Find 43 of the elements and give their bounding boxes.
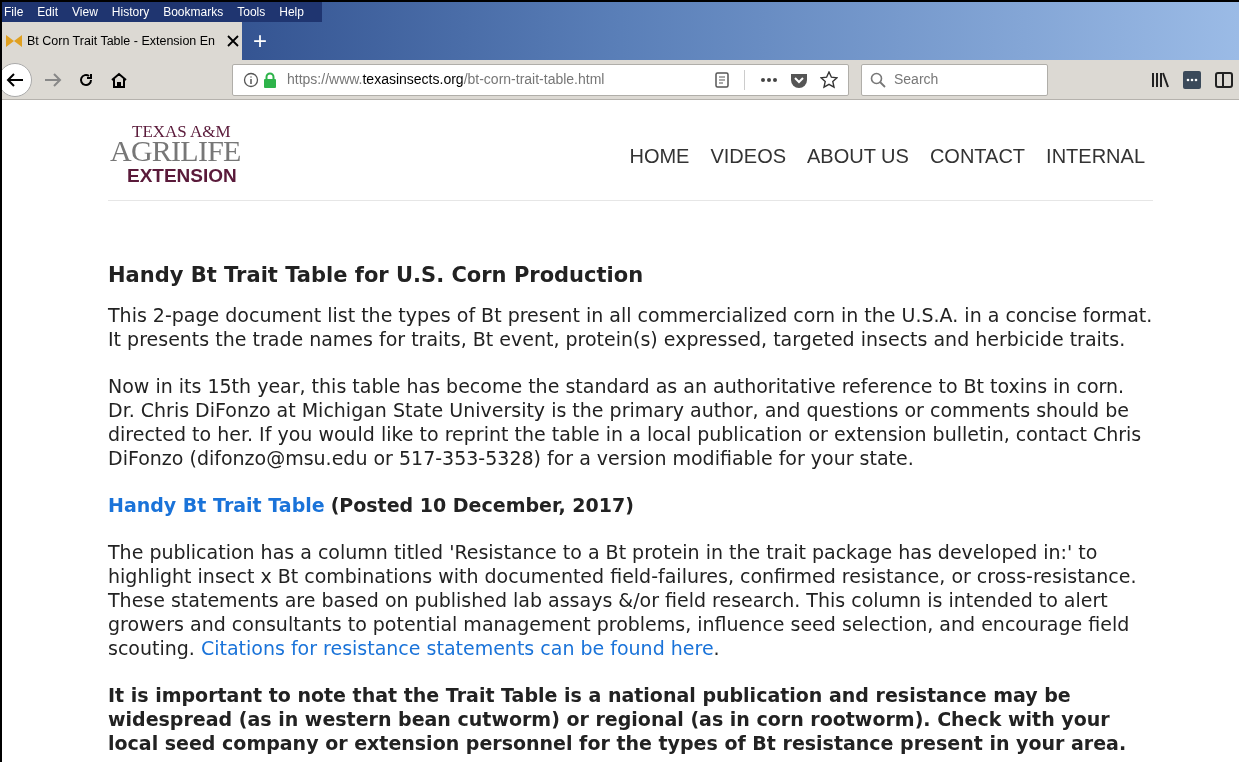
address-bar[interactable]: https://www.texasinsects.org/bt-corn-trait-table.html [232, 63, 849, 96]
forward-arrow-icon[interactable] [44, 71, 62, 88]
menu-item[interactable]: Bookmarks [163, 3, 224, 21]
nav-link[interactable]: VIDEOS [710, 141, 787, 171]
info-icon[interactable] [243, 71, 259, 88]
search-icon [870, 71, 886, 88]
nav-link[interactable]: ABOUT US [807, 141, 909, 171]
nav-link[interactable]: HOME [629, 141, 690, 171]
back-button[interactable] [2, 62, 32, 97]
tab-title: Bt Corn Trait Table - Extension En [27, 32, 217, 50]
nav-link[interactable]: INTERNAL [1046, 141, 1145, 171]
menu-item[interactable]: View [72, 3, 98, 21]
extension-icon[interactable] [1183, 70, 1201, 89]
menu-item[interactable]: Tools [237, 3, 266, 21]
reader-view-icon[interactable] [715, 71, 729, 88]
posted-date: (Posted 10 December, 2017) [330, 493, 634, 517]
menu-item[interactable]: Edit [37, 3, 59, 21]
url-text: https://www.texasinsects.org/bt-corn-trait-table.html [287, 70, 605, 89]
article-title: Handy Bt Trait Table for U.S. Corn Production [108, 263, 645, 287]
paragraph: This 2-page document list the types of Bt present in all commercialized corn in the U.S.A. in a concise format. It presents the trade names for traits, Bt event, protein(s) expressed, targeted insects and herbicide traits. [108, 303, 1153, 351]
back-arrow-icon [6, 71, 24, 88]
library-icon[interactable] [1151, 71, 1169, 88]
menu-item[interactable]: File [4, 3, 24, 21]
browser-tab[interactable]: Bt Corn Trait Table - Extension En [2, 22, 242, 60]
home-icon[interactable] [110, 71, 128, 88]
star-icon[interactable] [820, 70, 838, 89]
more-icon[interactable] [760, 76, 778, 83]
paragraph: Now in its 15th year, this table has become the standard as an authoritative reference to Bt toxins in corn. Dr. Chris DiFonzo at Michigan State University is the primary author, and questions or comments should be directed to her. If you would like to reprint the table in a local publication or extension bulletin, contact Chris DiFonzo (difonzo@msu.edu or 517-353-5328) for a version modifiable for your state. [108, 374, 1143, 470]
pocket-icon[interactable] [790, 71, 808, 88]
reload-icon[interactable] [78, 71, 94, 88]
menu-item[interactable]: History [111, 3, 150, 21]
close-icon[interactable] [227, 35, 239, 47]
agrilife-logo[interactable]: TEXAS A&M AGRILIFE EXTENSION [110, 123, 241, 185]
sidebar-icon[interactable] [1215, 71, 1233, 88]
citations-link[interactable]: Citations for resistance statements can be found here [200, 637, 714, 659]
paragraph: The publication has a column titled 'Resistance to a Bt protein in the trait package has developed in:' to highlight insect x Bt combinations with documented field-failures, confirmed resistance, or cross-resistance. These statements are based on published lab assays &/or field research. This column is intended to alert growers and consultants to potential management problems, influence seed selection, and encourage field scouting. Citations for resistance statements can be found here. [108, 540, 1138, 660]
nav-link[interactable]: CONTACT [929, 141, 1026, 171]
search-field[interactable]: Search [861, 63, 1048, 96]
important-note: It is important to note that the Trait Table is a national publication and resistance may be widespread (as in western bean cutworm) or regional (as in corn rootworm). Check with your local seed company or extension personnel for the types of Bt resistance present in your area. [108, 683, 1128, 755]
butterfly-icon [5, 34, 23, 48]
trait-table-link[interactable]: Handy Bt Trait Table [108, 493, 325, 517]
new-tab-button[interactable]: + [242, 22, 278, 60]
menu-item[interactable]: Help [279, 3, 304, 21]
